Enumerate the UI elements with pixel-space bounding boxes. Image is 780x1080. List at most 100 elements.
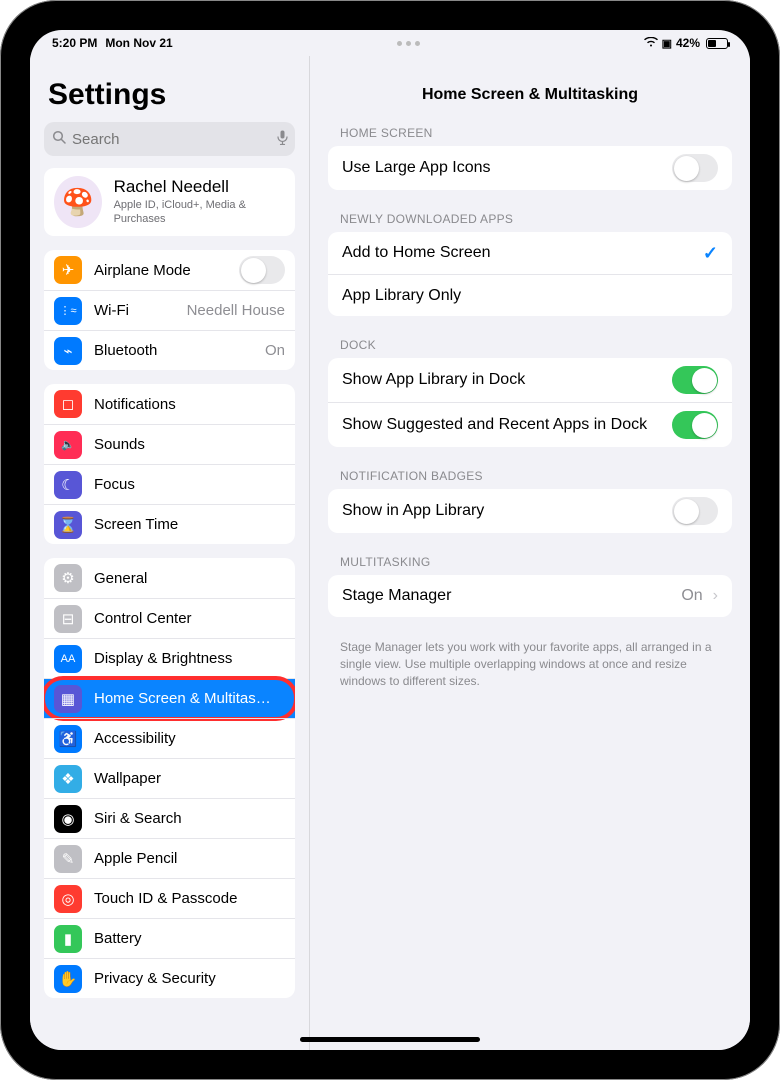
row-icon: ⊟ bbox=[54, 605, 82, 633]
sidebar-item-label: Screen Time bbox=[94, 516, 285, 533]
search-field[interactable] bbox=[44, 122, 295, 156]
row-icon: 🔈 bbox=[54, 431, 82, 459]
sidebar-item[interactable]: ✋Privacy & Security bbox=[44, 958, 295, 998]
sidebar-item[interactable]: ◉Siri & Search bbox=[44, 798, 295, 838]
row-icon: ⋮≈ bbox=[54, 297, 82, 325]
sidebar-item-label: Sounds bbox=[94, 436, 285, 453]
settings-row[interactable]: Stage Manager On › bbox=[328, 575, 732, 617]
sidebar-item[interactable]: ♿ Accessibility bbox=[44, 718, 295, 758]
sidebar-item-label: Wi-Fi bbox=[94, 302, 175, 319]
chevron-right-icon: › bbox=[713, 587, 718, 605]
sidebar-item[interactable]: ☾Focus bbox=[44, 464, 295, 504]
settings-card: Stage Manager On › bbox=[328, 575, 732, 617]
settings-row[interactable]: App Library Only bbox=[328, 274, 732, 316]
settings-row-label: Stage Manager bbox=[342, 587, 671, 605]
detail-pane: Home Screen & Multitasking HOME SCREENUs… bbox=[310, 56, 750, 1050]
sidebar-item-label: Touch ID & Passcode bbox=[94, 890, 285, 907]
account-name: Rachel Needell bbox=[114, 177, 285, 197]
status-date: Mon Nov 21 bbox=[105, 36, 172, 50]
home-indicator[interactable] bbox=[300, 1037, 480, 1042]
sidebar-item-label: Bluetooth bbox=[94, 342, 253, 359]
wifi-icon bbox=[644, 36, 658, 50]
toggle[interactable] bbox=[239, 256, 285, 284]
sidebar-item[interactable]: ✎ Apple Pencil bbox=[44, 838, 295, 878]
row-icon: ◎ bbox=[54, 885, 82, 913]
sidebar-item[interactable]: ✈Airplane Mode bbox=[44, 250, 295, 290]
ipad-frame: 5:20 PM Mon Nov 21 ▣ 42% Settings bbox=[0, 0, 780, 1080]
status-bar: 5:20 PM Mon Nov 21 ▣ 42% bbox=[30, 30, 750, 56]
search-input[interactable] bbox=[72, 131, 271, 148]
settings-card: Add to Home Screen✓ App Library Only bbox=[328, 232, 732, 316]
settings-row[interactable]: Show App Library in Dock bbox=[328, 358, 732, 402]
sidebar-item-label: Home Screen & Multitas… bbox=[94, 690, 285, 707]
row-icon: ◻ bbox=[54, 390, 82, 418]
toggle[interactable] bbox=[672, 411, 718, 439]
settings-row[interactable]: Show in App Library bbox=[328, 489, 732, 533]
detail-title: Home Screen & Multitasking bbox=[310, 56, 750, 126]
settings-row[interactable]: Show Suggested and Recent Apps in Dock bbox=[328, 402, 732, 447]
section-header: NOTIFICATION BADGES bbox=[310, 469, 750, 489]
bezel: 5:20 PM Mon Nov 21 ▣ 42% Settings bbox=[6, 6, 774, 1074]
row-icon: ✎ bbox=[54, 845, 82, 873]
settings-row[interactable]: Add to Home Screen✓ bbox=[328, 232, 732, 274]
sidebar-item[interactable]: ▦ Home Screen & Multitas… bbox=[44, 678, 295, 718]
section-header: MULTITASKING bbox=[310, 555, 750, 575]
row-icon: ▦ bbox=[54, 685, 82, 713]
section-footer: Stage Manager lets you work with your fa… bbox=[310, 639, 750, 689]
sidebar-item[interactable]: ⚙General bbox=[44, 558, 295, 598]
account-sub: Apple ID, iCloud+, Media & Purchases bbox=[114, 199, 285, 227]
settings-row-label: Use Large App Icons bbox=[342, 159, 662, 177]
sidebar-item[interactable]: ⌁BluetoothOn bbox=[44, 330, 295, 370]
toggle[interactable] bbox=[672, 497, 718, 525]
sidebar-item[interactable]: AA Display & Brightness bbox=[44, 638, 295, 678]
sidebar-item-label: Battery bbox=[94, 930, 285, 947]
settings-row[interactable]: Use Large App Icons bbox=[328, 146, 732, 190]
status-right: ▣ 42% bbox=[644, 36, 728, 50]
search-icon bbox=[52, 130, 66, 148]
sidebar-group-alerts: ◻ Notifications 🔈 Sounds ☾Focus⌛Screen Time bbox=[44, 384, 295, 544]
avatar: 🍄 bbox=[54, 176, 102, 228]
sidebar-item[interactable]: 🔈 Sounds bbox=[44, 424, 295, 464]
sidebar-item-label: Display & Brightness bbox=[94, 650, 285, 667]
sidebar-item-label: Apple Pencil bbox=[94, 850, 285, 867]
checkmark-icon: ✓ bbox=[703, 243, 718, 264]
settings-row-label: Show App Library in Dock bbox=[342, 371, 662, 389]
toggle[interactable] bbox=[672, 154, 718, 182]
sidebar-item-label: Control Center bbox=[94, 610, 285, 627]
settings-row-value: On bbox=[681, 587, 702, 605]
sidebar-item[interactable]: ⋮≈ Wi-Fi Needell House bbox=[44, 290, 295, 330]
settings-sidebar: Settings 🍄 Rachel Needell Apple ID, iClo… bbox=[30, 56, 310, 1050]
settings-row-label: Show Suggested and Recent Apps in Dock bbox=[342, 416, 662, 434]
row-icon: AA bbox=[54, 645, 82, 673]
mic-icon[interactable] bbox=[277, 130, 288, 149]
sidebar-group-connectivity: ✈Airplane Mode⋮≈Wi-FiNeedell House⌁Bluet… bbox=[44, 250, 295, 370]
sidebar-item[interactable]: ❖ Wallpaper bbox=[44, 758, 295, 798]
sidebar-item-label: Notifications bbox=[94, 396, 285, 413]
settings-row-label: Show in App Library bbox=[342, 502, 662, 520]
row-icon: ♿ bbox=[54, 725, 82, 753]
sidebar-item[interactable]: ⌛Screen Time bbox=[44, 504, 295, 544]
sidebar-item[interactable]: ◻ Notifications bbox=[44, 384, 295, 424]
section-header: NEWLY DOWNLOADED APPS bbox=[310, 212, 750, 232]
row-icon: ⚙ bbox=[54, 564, 82, 592]
screen: 5:20 PM Mon Nov 21 ▣ 42% Settings bbox=[30, 30, 750, 1050]
section-header: DOCK bbox=[310, 338, 750, 358]
sidebar-item[interactable]: ⊟ Control Center bbox=[44, 598, 295, 638]
sidebar-item[interactable]: ▮ Battery bbox=[44, 918, 295, 958]
row-icon: ❖ bbox=[54, 765, 82, 793]
battery-icon bbox=[706, 38, 728, 49]
sidebar-group-general: ⚙General ⊟ Control Center AA Display & Brigh… bbox=[44, 558, 295, 998]
sidebar-item-label: Siri & Search bbox=[94, 810, 285, 827]
sidebar-item-label: Accessibility bbox=[94, 730, 285, 747]
low-power-icon: ▣ bbox=[662, 37, 672, 50]
row-icon: ▮ bbox=[54, 925, 82, 953]
sidebar-item[interactable]: ◎ Touch ID & Passcode bbox=[44, 878, 295, 918]
sidebar-item-value: On bbox=[265, 342, 285, 359]
multitask-dots[interactable] bbox=[173, 41, 644, 46]
toggle[interactable] bbox=[672, 366, 718, 394]
sidebar-item-value: Needell House bbox=[187, 302, 285, 319]
sidebar-item-label: Airplane Mode bbox=[94, 262, 227, 279]
settings-row-label: App Library Only bbox=[342, 287, 718, 305]
account-card[interactable]: 🍄 Rachel Needell Apple ID, iCloud+, Medi… bbox=[44, 168, 295, 236]
sidebar-item-label: Wallpaper bbox=[94, 770, 285, 787]
